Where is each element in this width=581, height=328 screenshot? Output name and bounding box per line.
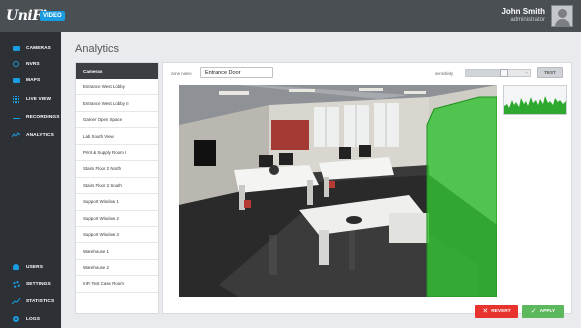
avatar[interactable] bbox=[551, 5, 573, 27]
camera-list-item[interactable]: Warehouse 1 bbox=[76, 243, 158, 260]
camera-list-item[interactable]: Entrance West Lobby II bbox=[76, 95, 158, 112]
test-button[interactable]: TEST bbox=[537, 67, 563, 78]
logo-badge: VIDEO bbox=[40, 11, 65, 21]
camera-list-item[interactable]: Support Window 1 bbox=[76, 194, 158, 211]
sidebar-item-label: STATISTICS bbox=[26, 298, 55, 304]
sidebar-item-maps[interactable]: MAPS bbox=[0, 73, 61, 87]
sidebar: CAMERAS NVRS MAPS LIVE VIEW RECORDINGS A… bbox=[0, 32, 61, 328]
analytics-panel: zone name sensitivity + TEST bbox=[162, 62, 572, 314]
sidebar-item-label: ANALYTICS bbox=[26, 132, 54, 138]
motion-activity-graph bbox=[503, 85, 567, 115]
gear-icon bbox=[12, 280, 20, 288]
camera-list-item[interactable]: Stairs Floor 2 South bbox=[76, 178, 158, 195]
logs-icon bbox=[12, 316, 20, 323]
camera-list: Cameras Entrance West Lobby Entrance West… bbox=[75, 62, 159, 314]
revert-button-label: REVERT bbox=[491, 309, 511, 314]
zone-name-input[interactable] bbox=[200, 67, 273, 78]
camera-list-item[interactable]: Support Window 2 bbox=[76, 211, 158, 227]
user-info[interactable]: John Smith administrator bbox=[501, 7, 545, 23]
nvr-icon bbox=[12, 61, 20, 68]
sidebar-item-label: USERS bbox=[26, 264, 44, 270]
sidebar-item-label: RECORDINGS bbox=[26, 114, 60, 120]
sensitivity-slider-fill bbox=[466, 70, 505, 76]
camera-list-item[interactable]: Warehouse 2 bbox=[76, 260, 158, 277]
sidebar-item-logs[interactable]: LOGS bbox=[0, 312, 61, 326]
user-name: John Smith bbox=[501, 7, 545, 16]
apply-button-label: APPLY bbox=[539, 309, 556, 314]
sidebar-item-label: CAMERAS bbox=[26, 45, 51, 51]
map-icon bbox=[12, 77, 20, 84]
sensitivity-max-symbol: + bbox=[525, 70, 528, 75]
sidebar-item-nvrs[interactable]: NVRS bbox=[0, 57, 61, 71]
users-icon bbox=[12, 264, 20, 271]
sidebar-item-analytics[interactable]: ANALYTICS bbox=[0, 128, 61, 142]
zone-name-label: zone name bbox=[171, 71, 192, 76]
camera-list-item[interactable]: Print & Supply Room I bbox=[76, 145, 158, 162]
statistics-icon bbox=[12, 298, 20, 305]
sidebar-item-settings[interactable]: SETTINGS bbox=[0, 277, 61, 291]
camera-feed-image bbox=[179, 85, 497, 297]
camera-list-item[interactable]: Gamer Open Space bbox=[76, 112, 158, 129]
page-title: Analytics bbox=[75, 43, 120, 55]
motion-zone-overlay bbox=[427, 97, 497, 297]
revert-button[interactable]: ✕ REVERT bbox=[475, 305, 518, 318]
sidebar-item-label: SETTINGS bbox=[26, 281, 51, 287]
sensitivity-label: sensitivity bbox=[435, 71, 454, 76]
camera-list-item[interactable]: Stairs Floor 2 North bbox=[76, 161, 158, 178]
sensitivity-slider[interactable]: + bbox=[465, 69, 531, 77]
camera-list-items: Entrance West Lobby Entrance West Lobby I… bbox=[76, 79, 158, 293]
camera-icon bbox=[12, 45, 20, 52]
close-icon: ✕ bbox=[482, 308, 489, 315]
sidebar-item-statistics[interactable]: STATISTICS bbox=[0, 294, 61, 308]
sidebar-item-label: LOGS bbox=[26, 316, 40, 322]
camera-list-item[interactable]: Entrance West Lobby bbox=[76, 79, 158, 96]
camera-list-item[interactable]: Support Window 3 bbox=[76, 227, 158, 244]
sensitivity-slider-handle[interactable] bbox=[500, 69, 509, 77]
sidebar-item-users[interactable]: USERS bbox=[0, 260, 61, 274]
top-bar: UniFi VIDEO John Smith administrator bbox=[0, 0, 581, 32]
sidebar-item-recordings[interactable]: RECORDINGS bbox=[0, 110, 61, 124]
camera-list-item[interactable]: mFi Test Case Room bbox=[76, 276, 158, 293]
camera-list-header: Cameras bbox=[76, 63, 158, 79]
apply-button[interactable]: ✓ APPLY bbox=[522, 305, 564, 318]
sidebar-item-live-view[interactable]: LIVE VIEW bbox=[0, 92, 61, 106]
camera-feed[interactable] bbox=[179, 85, 497, 297]
recordings-icon bbox=[12, 114, 20, 121]
check-icon: ✓ bbox=[530, 308, 537, 315]
sidebar-item-label: MAPS bbox=[26, 77, 41, 83]
user-role: administrator bbox=[510, 17, 545, 23]
app-logo[interactable]: UniFi VIDEO bbox=[6, 8, 68, 26]
grid-icon bbox=[12, 95, 20, 103]
motion-activity-sparkline bbox=[504, 96, 566, 114]
analytics-icon bbox=[12, 132, 20, 139]
sidebar-item-label: LIVE VIEW bbox=[26, 96, 52, 102]
sidebar-item-label: NVRS bbox=[26, 61, 40, 67]
camera-list-item[interactable]: Lab South View bbox=[76, 128, 158, 145]
sidebar-item-cameras[interactable]: CAMERAS bbox=[0, 41, 61, 55]
main-content: Analytics Cameras Entrance West Lobby Ent… bbox=[61, 32, 581, 328]
